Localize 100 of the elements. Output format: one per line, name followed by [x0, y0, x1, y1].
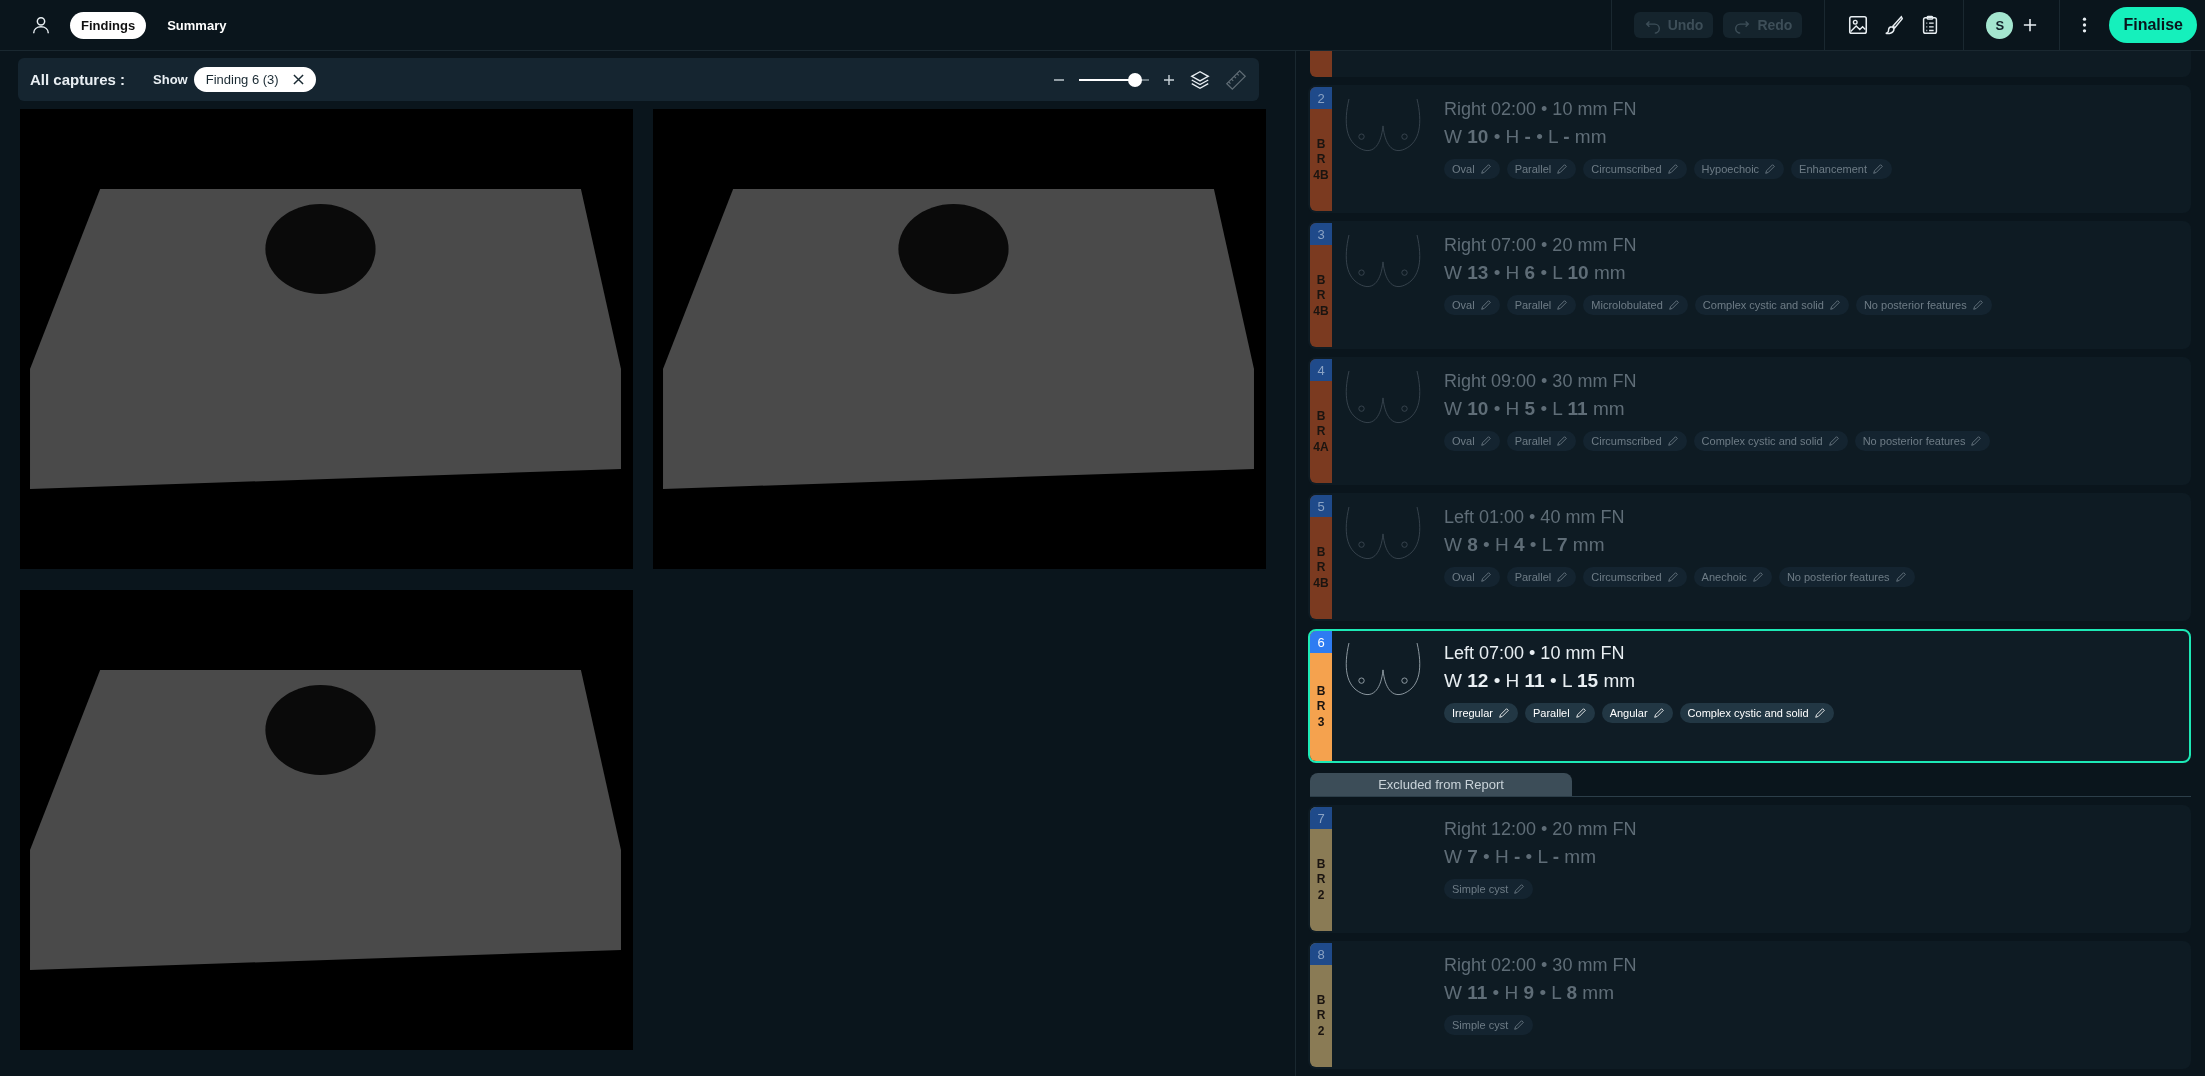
feature-tag[interactable]: Oval [1444, 431, 1500, 451]
close-icon[interactable] [292, 74, 304, 85]
feature-tag[interactable]: Anechoic [1693, 567, 1772, 587]
birads-label: B R 4B [1312, 135, 1330, 184]
finding-dimensions: W 7 • H - • L - mm [1444, 846, 1596, 868]
feature-tag[interactable]: Simple cyst [1444, 1015, 1534, 1035]
finding-location: Right 02:00 • 30 mm FN [1444, 955, 1637, 976]
finding-dimensions: W 10 • H - • L - mm [1444, 126, 1607, 148]
filter-chip-label: Finding 6 (3) [205, 72, 279, 87]
pencil-icon [1666, 163, 1679, 175]
pencil-icon [1574, 707, 1587, 719]
pencil-icon [1764, 163, 1777, 175]
finding-location: Right 12:00 • 20 mm FN [1444, 819, 1637, 840]
finding-card[interactable]: 8 B R 2 Right 02:00 • 30 mm FN W 11 • H 9 • L 8 mm Simple cyst [1308, 941, 2191, 1069]
feature-tag[interactable]: Circumscribed [1583, 159, 1687, 179]
finding-card[interactable]: 4 B R 4A Right 09:00 • 30 mm FN W 10 • H 5 • L 11 mm Oval Parallel Circumscribed Complex cystic and solid No posterior features [1308, 357, 2191, 485]
feature-tag[interactable]: Parallel [1506, 295, 1577, 315]
finding-number: 5 [1310, 495, 1332, 517]
finding-dimensions: W 8 • H 4 • L 7 mm [1444, 534, 1605, 556]
feature-tag[interactable]: Oval [1444, 295, 1500, 315]
feature-tag[interactable]: Oval [1444, 159, 1500, 179]
pencil-icon [1556, 163, 1569, 175]
brush-icon[interactable] [1883, 14, 1906, 36]
feature-tag[interactable]: Enhancement [1791, 159, 1892, 179]
pencil-icon [1666, 435, 1679, 447]
pencil-icon [1513, 1019, 1526, 1031]
pencil-icon [1556, 299, 1569, 311]
pencil-icon [1827, 435, 1840, 447]
pencil-icon [1828, 299, 1841, 311]
finding-dimensions: W 10 • H 5 • L 11 mm [1444, 398, 1625, 420]
pencil-icon [1479, 435, 1492, 447]
layers-icon[interactable] [1189, 68, 1211, 91]
tab[interactable]: Summary [156, 11, 238, 39]
pencil-icon [1667, 299, 1680, 311]
show-label: Show [153, 72, 188, 87]
feature-tag[interactable]: Angular [1601, 703, 1673, 723]
pencil-icon [1513, 883, 1526, 895]
pencil-icon [1479, 571, 1492, 583]
user-avatar[interactable]: S [1986, 11, 2014, 39]
feature-tag[interactable]: Complex cystic and solid [1679, 703, 1834, 723]
pencil-icon [1894, 571, 1907, 583]
finding-card[interactable]: 5 B R 4B Left 01:00 • 40 mm FN W 8 • H 4 • L 7 mm Oval Parallel Circumscribed Anechoic No posterior features [1308, 493, 2191, 621]
finding-number: 2 [1310, 87, 1332, 109]
finding-number: 7 [1310, 807, 1332, 829]
finding-number: 3 [1310, 223, 1332, 245]
pencil-icon [1813, 707, 1826, 719]
pencil-icon [1556, 435, 1569, 447]
finding-location: Left 01:00 • 40 mm FN [1444, 507, 1625, 528]
tab[interactable]: Findings [70, 11, 147, 39]
pencil-icon [1872, 163, 1884, 175]
finding-card[interactable]: 2 B R 4B Right 02:00 • 10 mm FN W 10 • H - • L - mm Oval Parallel Circumscribed Hypoechoic Enhancement [1308, 85, 2191, 213]
feature-tag[interactable]: Parallel [1506, 431, 1577, 451]
finding-location: Right 09:00 • 30 mm FN [1444, 371, 1637, 392]
finding-location: Right 02:00 • 10 mm FN [1444, 99, 1637, 120]
feature-tag[interactable]: Complex cystic and solid [1693, 431, 1848, 451]
feature-tag[interactable]: Parallel [1506, 567, 1577, 587]
finding-dimensions: W 12 • H 11 • L 15 mm [1444, 670, 1636, 692]
pencil-icon [1652, 707, 1665, 719]
feature-tag[interactable]: No posterior features [1778, 567, 1915, 587]
finding-card[interactable]: 3 B R 4B Right 07:00 • 20 mm FN W 13 • H 6 • L 10 mm Oval Parallel Microlobulated Complex cystic and solid No posterior features [1308, 221, 2191, 349]
birads-label: B R 4B [1312, 543, 1330, 592]
feature-tag[interactable]: No posterior features [1855, 295, 1992, 315]
feature-tag[interactable]: Oval [1444, 567, 1500, 587]
birads-label: B R 4A [1312, 407, 1330, 456]
feature-tag[interactable]: Parallel [1524, 703, 1595, 723]
birads-label: B R 4B [1312, 271, 1330, 320]
finding-card[interactable]: 7 B R 2 Right 12:00 • 20 mm FN W 7 • H - • L - mm Simple cyst [1308, 805, 2191, 933]
finalise-button[interactable]: Finalise [2109, 7, 2197, 43]
image-icon[interactable] [1847, 14, 1870, 36]
pencil-icon [1971, 299, 1984, 311]
finding-location: Left 07:00 • 10 mm FN [1444, 643, 1625, 664]
more-icon[interactable] [2082, 16, 2088, 34]
finding-number: 8 [1310, 943, 1332, 965]
feature-tag[interactable]: Simple cyst [1444, 879, 1534, 899]
finding-card[interactable]: 6 B R 3 Left 07:00 • 10 mm FN W 12 • H 11 • L 15 mm Irregular Parallel Angular Complex cystic and solid [1308, 629, 2191, 763]
pencil-icon [1970, 435, 1983, 447]
feature-tag[interactable]: Circumscribed [1583, 567, 1687, 587]
birads-label: B R 3 [1315, 682, 1327, 731]
feature-tag[interactable]: Irregular [1444, 703, 1518, 723]
feature-tag[interactable]: Parallel [1506, 159, 1577, 179]
finding-dimensions: W 13 • H 6 • L 10 mm [1444, 262, 1626, 284]
pencil-icon [1479, 163, 1492, 175]
feature-tag[interactable]: No posterior features [1854, 431, 1991, 451]
add-icon[interactable] [2023, 18, 2038, 32]
finding-number: 4 [1310, 359, 1332, 381]
birads-label: B R 2 [1315, 855, 1327, 904]
finding-location: Right 07:00 • 20 mm FN [1444, 235, 1637, 256]
feature-tag[interactable]: Circumscribed [1583, 431, 1687, 451]
feature-tag[interactable]: Microlobulated [1583, 295, 1688, 315]
finding-dimensions: W 11 • H 9 • L 8 mm [1444, 982, 1614, 1004]
filter-chip[interactable]: Finding 6 (3) [193, 67, 316, 92]
pencil-icon [1751, 571, 1764, 583]
user-icon[interactable] [30, 14, 52, 36]
captures-title: All captures : [30, 71, 126, 88]
pencil-icon [1556, 571, 1569, 583]
zoom-in-icon[interactable] [1163, 73, 1175, 86]
pencil-icon [1497, 707, 1510, 719]
feature-tag[interactable]: Complex cystic and solid [1694, 295, 1849, 315]
slider-thumb[interactable] [1128, 72, 1142, 87]
feature-tag[interactable]: Hypoechoic [1693, 159, 1785, 179]
